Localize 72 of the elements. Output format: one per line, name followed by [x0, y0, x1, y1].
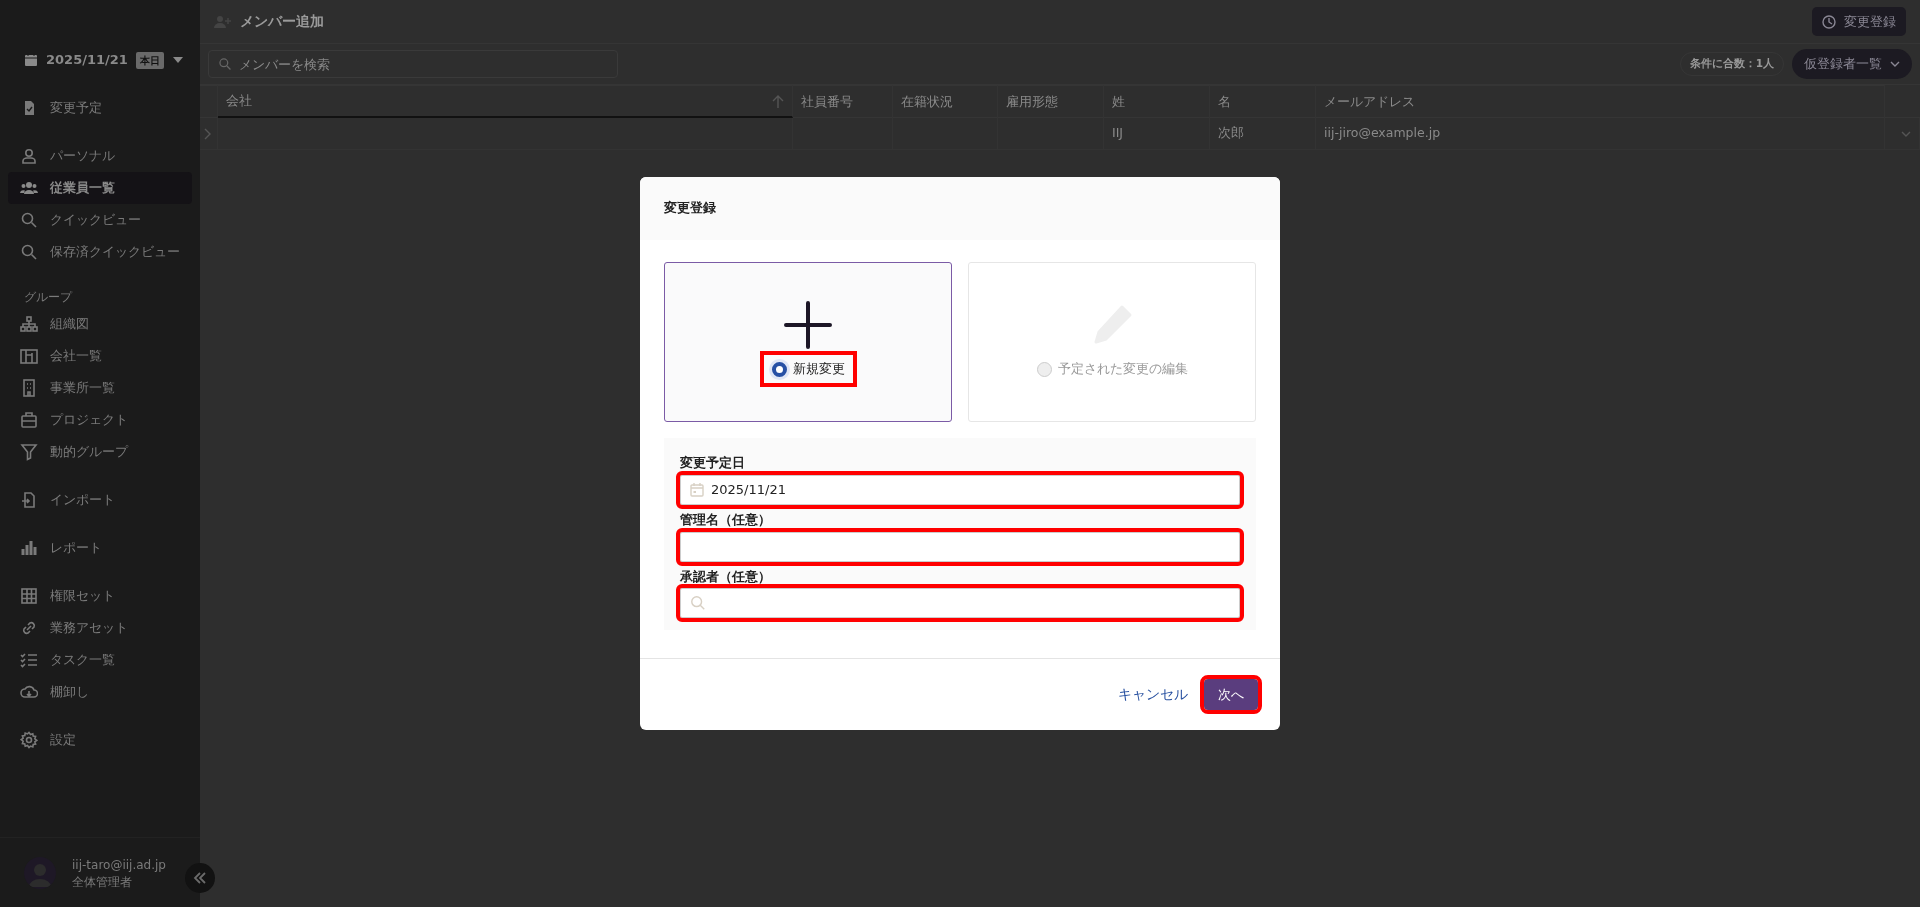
filter-icon — [20, 443, 38, 461]
search-icon — [20, 211, 38, 229]
table-cell: 次郎 — [1210, 118, 1316, 150]
provisional-list-button[interactable]: 仮登録者一覧 — [1792, 49, 1912, 79]
cancel-link[interactable]: キャンセル — [1118, 684, 1188, 705]
checklist-icon — [20, 651, 38, 669]
field-label: 管理名（任意） — [680, 510, 772, 529]
building-icon — [20, 347, 38, 365]
clock-icon — [1822, 14, 1836, 29]
sidebar-item[interactable]: 動的グループ — [8, 436, 192, 468]
dialog-title: 変更登録 — [640, 177, 1280, 240]
column-header[interactable]: メールアドレス — [1316, 85, 1885, 118]
date-label[interactable]: 2025/11/21 — [46, 50, 128, 70]
search-icon — [20, 243, 38, 261]
table-cell: iij-jiro@example.jp — [1316, 118, 1885, 150]
column-header[interactable]: 雇用形態 — [998, 85, 1104, 118]
grid-icon — [20, 587, 38, 605]
cloud-download-icon — [20, 683, 38, 701]
user-email: iij-taro@iij.ad.jp — [72, 856, 166, 874]
field-label: 変更予定日 — [680, 454, 746, 472]
file-import-icon — [20, 491, 38, 509]
column-header[interactable]: 社員番号 — [793, 85, 893, 118]
link-icon — [20, 619, 38, 637]
user-role: 全体管理者 — [72, 873, 133, 891]
sidebar-item[interactable]: 保存済クイックビュー — [8, 236, 192, 268]
sidebar-item[interactable]: プロジェクト — [8, 404, 192, 436]
sidebar-item[interactable]: パーソナル — [8, 140, 192, 172]
column-header[interactable]: 在籍状況 — [893, 85, 998, 118]
sort-arrow-up-icon — [772, 94, 784, 108]
today-badge: 本日 — [135, 51, 164, 69]
office-building-icon — [20, 379, 38, 397]
page-title: メンバー追加 — [240, 12, 324, 31]
row-menu-cell[interactable] — [1885, 118, 1920, 150]
sidebar-item[interactable]: 棚卸し — [8, 676, 192, 708]
calendar-icon — [24, 53, 38, 67]
bar-chart-icon — [20, 539, 38, 557]
search-icon — [690, 595, 706, 612]
chevron-down-icon — [1890, 61, 1900, 67]
collapse-sidebar-button[interactable] — [185, 863, 215, 893]
search-icon — [218, 57, 232, 71]
settings-icon — [20, 731, 38, 749]
column-header[interactable]: 会社 — [218, 85, 793, 118]
org-chart-icon — [20, 315, 38, 333]
person-icon — [20, 147, 38, 165]
column-header[interactable]: 姓 — [1104, 85, 1210, 118]
option-card[interactable]: 新規変更 — [664, 262, 952, 422]
double-chevron-left-icon — [193, 872, 207, 884]
sidebar-item[interactable]: インポート — [8, 484, 192, 516]
plus-icon — [784, 301, 832, 350]
sidebar-item[interactable]: 権限セット — [8, 580, 192, 612]
sidebar-item[interactable]: 組織図 — [8, 308, 192, 340]
caret-down-icon — [171, 56, 184, 64]
change-register-button[interactable]: 変更登録 — [1812, 6, 1906, 37]
member-search-field[interactable]: メンバーを検索 — [208, 50, 618, 78]
sidebar-item[interactable]: 変更予定 — [8, 92, 192, 124]
chevron-down-icon — [1901, 130, 1911, 137]
sidebar-item[interactable]: クイックビュー — [8, 204, 192, 236]
sidebar-item[interactable]: 設定 — [8, 724, 192, 756]
people-icon — [20, 179, 38, 197]
field-label: 承認者（任意） — [680, 567, 772, 586]
briefcase-icon — [20, 411, 38, 429]
calendar-icon — [690, 482, 704, 497]
row-expander-cell[interactable] — [200, 118, 218, 150]
table-cell: IIJ — [1104, 118, 1210, 150]
sidebar-section-heading: グループ — [23, 289, 74, 306]
radio-option[interactable]: 予定された変更の編集 — [1028, 355, 1196, 383]
sidebar-item[interactable]: 従業員一覧 — [8, 172, 192, 204]
sidebar-item[interactable]: レポート — [8, 532, 192, 564]
expand-row-chevron-icon — [204, 127, 212, 140]
column-header[interactable]: 名 — [1210, 85, 1316, 118]
option-card[interactable]: 予定された変更の編集 — [968, 262, 1256, 422]
sidebar-item[interactable]: 業務アセット — [8, 612, 192, 644]
